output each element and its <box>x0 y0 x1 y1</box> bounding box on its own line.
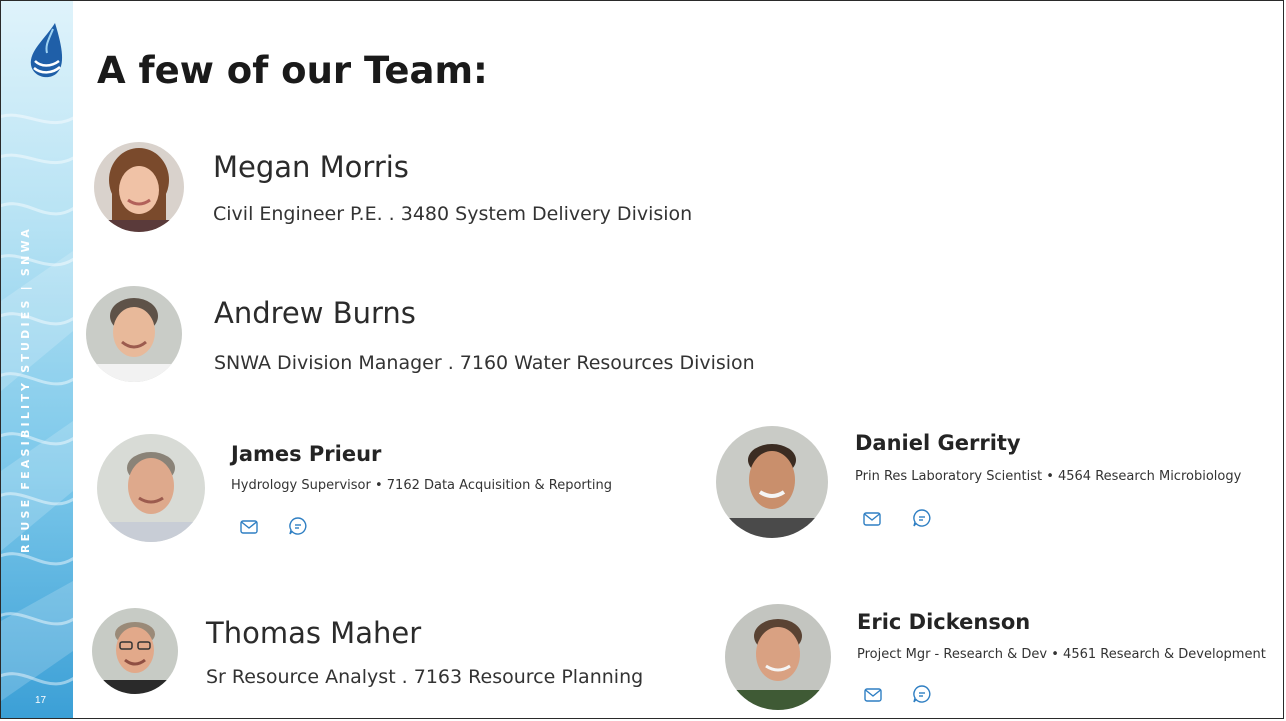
avatar-james-prieur <box>97 434 205 542</box>
chat-icon[interactable] <box>911 507 933 529</box>
side-strip: REUSE FEASIBILITY STUDIES | SNWA 17 <box>1 1 73 718</box>
person-name: Megan Morris <box>213 150 409 184</box>
mail-icon[interactable] <box>238 516 260 538</box>
person-role: Prin Res Laboratory Scientist • 4564 Res… <box>855 469 1242 484</box>
avatar-andrew-burns <box>86 286 182 382</box>
water-drop-logo-icon <box>30 23 63 78</box>
person-name: Andrew Burns <box>214 296 416 330</box>
person-role: SNWA Division Manager . 7160 Water Resou… <box>214 352 755 374</box>
person-role: Project Mgr - Research & Dev • 4561 Rese… <box>857 647 1266 662</box>
chat-icon[interactable] <box>911 683 933 705</box>
person-name: Daniel Gerrity <box>855 431 1021 455</box>
avatar-daniel-gerrity <box>716 426 828 538</box>
wave-pattern <box>1 113 73 701</box>
page-number: 17 <box>35 695 47 706</box>
person-role: Sr Resource Analyst . 7163 Resource Plan… <box>206 666 644 688</box>
brand-vertical-text: REUSE FEASIBILITY STUDIES | SNWA <box>19 226 32 553</box>
avatar-megan-morris <box>94 142 184 232</box>
person-name: Eric Dickenson <box>857 610 1031 634</box>
avatar-eric-dickenson <box>725 604 831 710</box>
chat-icon[interactable] <box>287 515 309 537</box>
mail-icon[interactable] <box>862 684 884 706</box>
person-role: Hydrology Supervisor • 7162 Data Acquisi… <box>231 478 612 493</box>
page-title: A few of our Team: <box>97 49 488 92</box>
person-role: Civil Engineer P.E. . 3480 System Delive… <box>213 203 693 225</box>
person-name: Thomas Maher <box>206 616 422 650</box>
avatar-thomas-maher <box>92 608 178 694</box>
mail-icon[interactable] <box>861 508 883 530</box>
slide: REUSE FEASIBILITY STUDIES | SNWA 17 A fe… <box>0 0 1284 719</box>
person-name: James Prieur <box>231 442 382 466</box>
